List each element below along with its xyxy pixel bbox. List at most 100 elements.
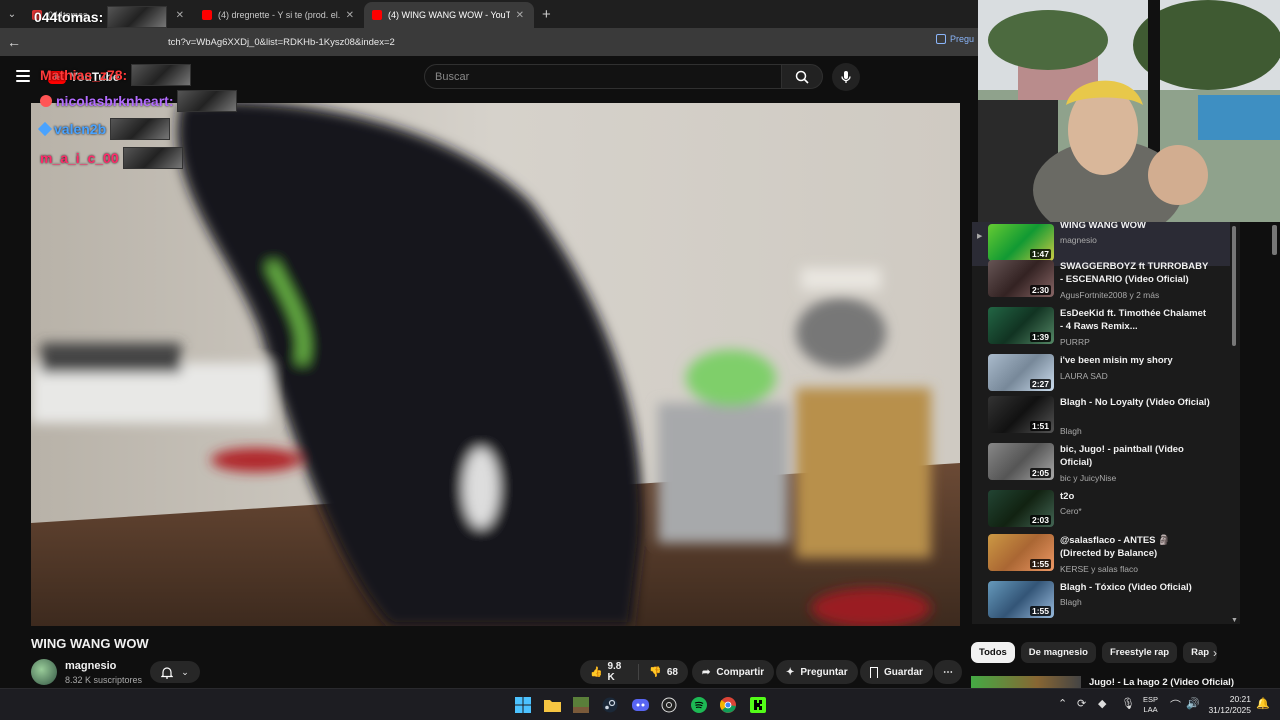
dislike-button[interactable]: 👎 68 — [649, 667, 678, 678]
video-duration: 1:55 — [1029, 559, 1051, 569]
playlist-panel: ▶ 1:47 WING WANG WOW magnesio 2:30 SWAGG… — [972, 222, 1240, 624]
video-player[interactable] — [31, 103, 960, 626]
back-arrow-icon[interactable]: ← — [0, 34, 28, 50]
video-duration: 1:51 — [1029, 421, 1051, 431]
kick-icon[interactable] — [749, 696, 767, 714]
scrollbar-thumb[interactable] — [1272, 225, 1277, 255]
playlist-item[interactable]: 2:03 t2o Cero* — [972, 488, 1230, 532]
scrollbar-thumb[interactable] — [1232, 226, 1236, 346]
tab-title: (4) WING WANG WOW - YouTube — [388, 10, 510, 20]
spotify-icon[interactable] — [690, 696, 708, 714]
video-channel: KERSE y salas flaco — [1060, 564, 1138, 574]
close-icon[interactable]: ✕ — [346, 10, 354, 21]
video-thumbnail: 1:55 — [988, 534, 1054, 571]
discord-icon[interactable] — [631, 696, 649, 714]
chip-freestyle-rap[interactable]: Freestyle rap — [1101, 642, 1178, 663]
playlist-item[interactable]: 2:05 bic, Jugo! - paintball (Video Ofici… — [972, 441, 1230, 485]
search-button[interactable] — [781, 64, 823, 89]
chip-rap[interactable]: Rap — [1183, 642, 1218, 663]
playlist-item[interactable]: 2:30 SWAGGERBOYZ ft TURROBABY - ESCENARI… — [972, 258, 1230, 302]
video-channel: Blagh — [1060, 597, 1082, 607]
network-icon[interactable]: ⌒ — [1170, 697, 1181, 713]
bell-icon — [161, 666, 174, 679]
playlist-item[interactable]: 1:55 @salasflaco - ANTES 🗿 (Directed by … — [972, 532, 1230, 576]
share-label: Compartir — [716, 666, 765, 678]
save-button[interactable]: Guardar — [860, 660, 933, 684]
ask-button[interactable]: ✦ Preguntar — [776, 660, 858, 684]
channel-avatar[interactable] — [31, 659, 57, 685]
chevron-right-icon[interactable]: › — [1213, 646, 1217, 660]
share-button[interactable]: ➦ Compartir — [692, 660, 775, 684]
video-title: Jugo! - La hago 2 (Video Oficial) — [1089, 677, 1234, 688]
video-duration: 1:39 — [1029, 332, 1051, 342]
close-icon[interactable]: ✕ — [516, 10, 524, 21]
chip-all[interactable]: Todos — [971, 642, 1015, 663]
security-shield-icon[interactable]: ◆ — [1098, 697, 1106, 710]
search-input[interactable] — [425, 65, 781, 88]
browser-tab-active[interactable]: (4) WING WANG WOW - YouTube ✕ — [364, 2, 534, 28]
clock-date: 31/12/2025 — [1208, 705, 1251, 715]
video-duration: 2:27 — [1029, 379, 1051, 389]
show-hidden-icons-chevron-icon[interactable]: ⌃ — [1058, 697, 1067, 710]
video-channel: PURRP — [1060, 337, 1090, 347]
chat-message: Mathias_z78: — [40, 64, 192, 86]
video-title: Blagh - Tóxico (Video Oficial) — [1060, 582, 1192, 593]
sync-icon[interactable]: ⟳ — [1077, 697, 1086, 710]
sparkle-icon: ✦ — [786, 666, 795, 678]
more-actions-button[interactable]: ⋯ — [934, 660, 962, 684]
search-box — [424, 64, 782, 89]
subscriber-count: 8.32 K suscriptores — [65, 675, 143, 685]
notifications-button[interactable]: ⌄ — [150, 661, 200, 683]
microphone-icon[interactable]: 🎙 — [1121, 697, 1135, 710]
video-duration: 2:30 — [1029, 285, 1051, 295]
file-explorer-icon[interactable] — [543, 696, 561, 714]
chat-username: 044tomas: — [34, 9, 104, 25]
more-horizontal-icon: ⋯ — [943, 666, 953, 678]
like-button[interactable]: 👍 9.8 K — [590, 661, 628, 683]
windows-taskbar: ⌃ ⟳ ◆ 🎙 ESP LAA ⌒ 🔊 20:21 31/12/2025 🔔 — [0, 688, 1280, 720]
minecraft-icon[interactable] — [572, 696, 590, 714]
close-icon[interactable]: ✕ — [176, 10, 184, 21]
video-thumbnail: 2:27 — [988, 354, 1054, 391]
filter-chips: Todos De magnesio Freestyle rap Rap — [971, 642, 1218, 663]
recommended-video[interactable]: Jugo! - La hago 2 (Video Oficial) — [971, 676, 1280, 688]
chip-from-channel[interactable]: De magnesio — [1020, 642, 1096, 663]
video-title: @salasflaco - ANTES 🗿 (Directed by Balan… — [1060, 535, 1170, 559]
notifications-icon[interactable]: 🔔 — [1256, 697, 1270, 710]
voice-search-button[interactable] — [832, 63, 860, 91]
scroll-down-icon[interactable]: ▼ — [1231, 617, 1238, 624]
tab-search-button[interactable]: ⌄ — [0, 0, 24, 28]
playlist-item[interactable]: 2:27 i've been misin my shory LAURA SAD — [972, 352, 1230, 396]
new-tab-button[interactable]: + — [534, 6, 559, 23]
streamer-webcam — [978, 0, 1280, 222]
menu-icon[interactable] — [16, 70, 30, 82]
chat-emote-image — [107, 6, 168, 28]
playlist-scrollbar[interactable]: ▼ — [1231, 222, 1238, 624]
video-title: WING WANG WOW — [1060, 222, 1147, 231]
video-channel: Blagh — [1060, 426, 1082, 436]
browser-tab[interactable]: (4) dregnette - Y si te (prod. el... ✕ — [194, 2, 364, 28]
url-field[interactable]: tch?v=WbAg6XXDj_0&list=RDKHb-1Kysz08&ind… — [168, 37, 395, 48]
input-language-indicator[interactable]: ESP LAA — [1143, 695, 1158, 715]
chat-user-badge-icon — [37, 121, 53, 137]
system-clock[interactable]: 20:21 31/12/2025 — [1205, 694, 1251, 716]
webcam-frame — [978, 0, 1280, 222]
volume-icon[interactable]: 🔊 — [1186, 697, 1200, 710]
video-title: i've been misin my shory — [1060, 355, 1173, 366]
channel-name[interactable]: magnesio — [65, 660, 116, 672]
chat-message: nicolasbrknheart: — [40, 90, 238, 112]
windows-start-icon[interactable] — [514, 696, 532, 714]
video-thumbnail — [971, 676, 1081, 688]
thumbs-down-icon: 👎 — [649, 666, 662, 678]
ask-gemini-button[interactable]: Pregu — [936, 34, 974, 44]
steam-icon[interactable] — [601, 696, 619, 714]
chrome-icon[interactable] — [719, 696, 737, 714]
chat-username: valen2b — [54, 121, 107, 137]
playlist-item[interactable]: 1:39 EsDeeKid ft. Timothée Chalamet - 4 … — [972, 305, 1230, 349]
playlist-item[interactable]: 1:51 Blagh - No Loyalty (Video Oficial) … — [972, 394, 1230, 438]
keyboard-layout: LAA — [1143, 705, 1158, 714]
obs-icon[interactable] — [660, 696, 678, 714]
playlist-item[interactable]: 1:55 Blagh - Tóxico (Video Oficial) Blag… — [972, 579, 1230, 623]
video-thumbnail: 1:47 — [988, 224, 1054, 261]
tab-title: (4) dregnette - Y si te (prod. el... — [218, 10, 340, 20]
